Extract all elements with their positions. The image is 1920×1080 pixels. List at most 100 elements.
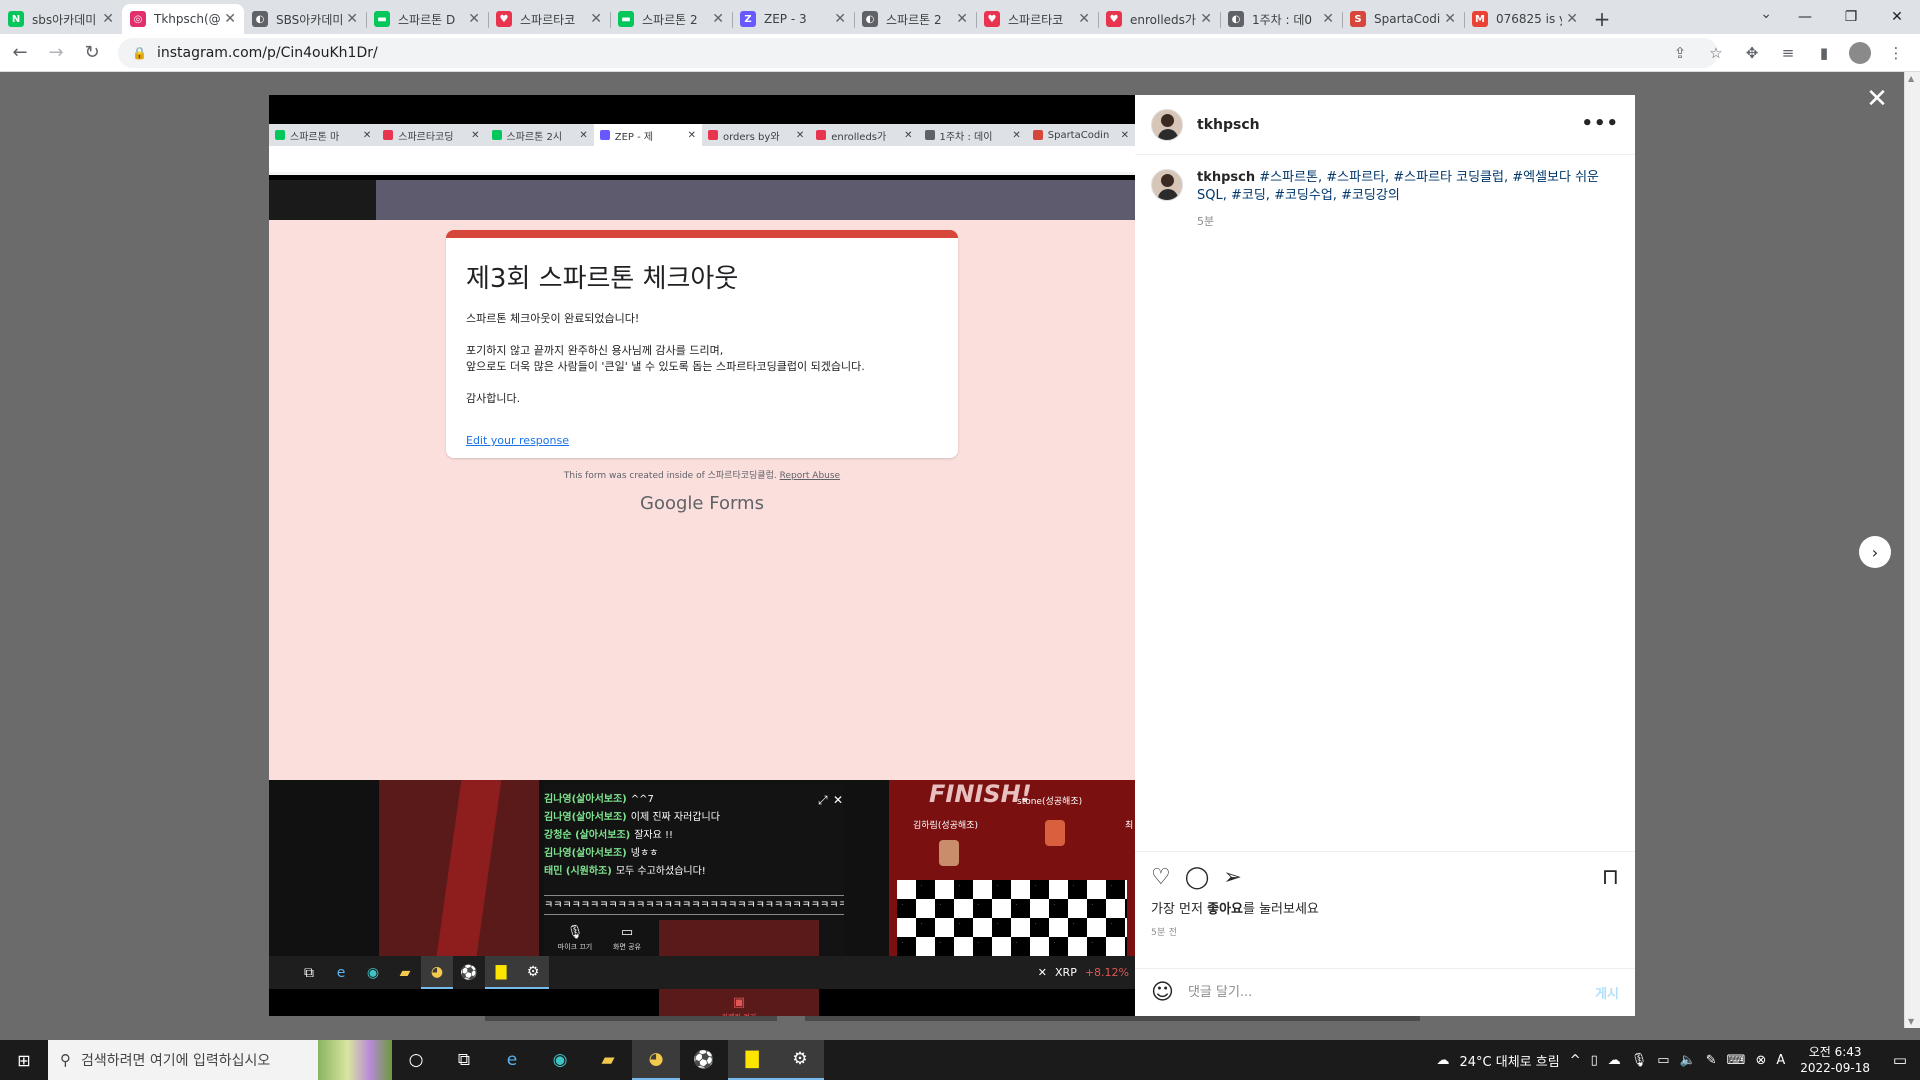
menu-kebab-icon[interactable]: ⋮ <box>1880 37 1912 69</box>
browser-tab[interactable]: ♥ enrolleds가 ✕ <box>1098 4 1220 34</box>
tray-overflow-icon[interactable]: ^ <box>1570 1053 1581 1068</box>
app-ball-icon[interactable]: ⚽ <box>680 1040 728 1080</box>
tab-close-icon[interactable]: ✕ <box>1566 11 1578 27</box>
pen-icon[interactable]: ✎ <box>1706 1053 1717 1068</box>
keyboard-icon[interactable]: ⌨ <box>1727 1053 1746 1068</box>
tab-search-icon[interactable]: ⌄ <box>1760 6 1772 22</box>
likes-bold[interactable]: 좋아요 <box>1207 902 1243 917</box>
tab-close-icon[interactable]: ✕ <box>102 11 114 27</box>
expand-icon[interactable]: ⤢ <box>818 793 828 808</box>
close-post-icon[interactable]: ✕ <box>1862 84 1892 114</box>
more-options-icon[interactable]: ••• <box>1581 113 1619 134</box>
tab-close-icon[interactable]: ✕ <box>1322 11 1334 27</box>
back-icon[interactable]: ← <box>4 37 36 69</box>
task-view-icon[interactable]: ⧉ <box>440 1040 488 1080</box>
browser-tab[interactable]: ◎ Tkhpsch(@ ✕ <box>122 4 244 34</box>
media-tab-favicon-icon <box>383 130 394 140</box>
side-panel-icon[interactable]: ▮ <box>1808 37 1840 69</box>
tab-close-icon[interactable]: ✕ <box>224 11 236 27</box>
form-message-3: 앞으로도 더욱 많은 사람들이 '큰일' 낼 수 있도록 돕는 스파르타코딩클럽… <box>466 360 865 373</box>
browser-tab[interactable]: ◐ 스파르톤 2 ✕ <box>854 4 976 34</box>
lock-icon[interactable]: 🔒 <box>132 46 147 60</box>
report-abuse-link[interactable]: Report Abuse <box>780 471 841 481</box>
tab-close-icon[interactable]: ✕ <box>1200 11 1212 27</box>
tab-close-icon[interactable]: ✕ <box>346 11 358 27</box>
browser-tab[interactable]: Z ZEP - 3 ✕ <box>732 4 854 34</box>
comment-input[interactable] <box>1187 985 1596 1000</box>
browser-tab[interactable]: S SpartaCodi ✕ <box>1342 4 1464 34</box>
reading-list-icon[interactable]: ≡ <box>1772 37 1804 69</box>
browser-tab[interactable]: ◐ SBS아카데미 ✕ <box>244 4 366 34</box>
page-scrollbar[interactable]: ▲ ▼ <box>1904 72 1920 1028</box>
app-gear-icon[interactable]: ⚙ <box>776 1040 824 1080</box>
emoji-icon[interactable]: ☺ <box>1151 980 1174 1005</box>
tab-close-icon[interactable]: ✕ <box>712 11 724 27</box>
save-bookmark-icon[interactable]: ⊓ <box>1602 865 1619 890</box>
caption-hashtags[interactable]: #스파르톤, #스파르타, #스파르타 코딩클럽, #엑셀보다 쉬운 SQL, … <box>1197 170 1599 203</box>
zep-control-bar: ▣카메라 켜기🎙마이크 끄기▭화면 공유⊕미디어 추가▤채팅☺리액션 <box>549 920 819 1016</box>
weather-cloud-icon[interactable]: ☁ <box>1437 1053 1450 1068</box>
player-name: stone(성공해조) <box>1017 797 1083 807</box>
extensions-icon[interactable]: ✥ <box>1736 37 1768 69</box>
caption-username[interactable]: tkhpsch <box>1197 170 1255 185</box>
network-icon[interactable]: ▭ <box>1657 1053 1669 1068</box>
tray-phone-icon[interactable]: ▯ <box>1591 1053 1598 1068</box>
next-post-icon[interactable]: › <box>1859 536 1891 568</box>
windows-start-icon[interactable]: ⊞ <box>0 1040 48 1080</box>
scroll-up-icon[interactable]: ▲ <box>1908 74 1914 83</box>
notification-icon[interactable]: ▭ <box>1880 1040 1920 1080</box>
scroll-down-icon[interactable]: ▼ <box>1908 1017 1914 1026</box>
address-bar[interactable]: 🔒 instagram.com/p/Cin4ouKh1Dr/ <box>118 37 1718 68</box>
tab-close-icon[interactable]: ✕ <box>1078 11 1090 27</box>
share-icon[interactable]: ⇪ <box>1664 37 1696 69</box>
volume-icon[interactable]: 🔈 <box>1680 1053 1696 1068</box>
close-window-icon[interactable]: ✕ <box>1874 0 1920 34</box>
tab-close-icon[interactable]: ✕ <box>1444 11 1456 27</box>
tab-title: 스파르타코 <box>1008 12 1064 27</box>
user-avatar[interactable] <box>1151 108 1183 141</box>
kakaotalk-icon[interactable]: ▇ <box>728 1040 776 1080</box>
clock[interactable]: 오전 6:43 2022-09-18 <box>1800 1044 1870 1076</box>
profile-avatar[interactable] <box>1849 42 1871 64</box>
browser-tab[interactable]: M 076825 is y ✕ <box>1464 4 1586 34</box>
tab-favicon-icon: ◎ <box>130 11 146 27</box>
tab-close-icon[interactable]: ✕ <box>590 11 602 27</box>
comment-bubble-icon[interactable]: ◯ <box>1185 865 1210 890</box>
taskbar-search[interactable]: ⚲ 검색하려면 여기에 입력하십시오 <box>48 1040 392 1080</box>
post-username[interactable]: tkhpsch <box>1197 117 1260 133</box>
cortana-icon[interactable]: ○ <box>392 1040 440 1080</box>
browser-tab[interactable]: ◐ 1주차 : 데0 ✕ <box>1220 4 1342 34</box>
share-paper-plane-icon[interactable]: ➢ <box>1223 865 1241 890</box>
internet-explorer-icon[interactable]: e <box>488 1040 536 1080</box>
minimize-icon[interactable]: — <box>1782 0 1828 34</box>
post-media[interactable]: 스파르톤 마 ✕ 스파르타코딩 ✕ 스파르톤 2시 ✕ ZEP - 제 ✕ orders by와… <box>269 95 1135 1016</box>
ime-indicator[interactable]: A <box>1776 1053 1785 1068</box>
tab-close-icon[interactable]: ✕ <box>834 11 846 27</box>
restore-icon[interactable]: ❐ <box>1828 0 1874 34</box>
new-tab-icon[interactable]: + <box>1586 4 1618 34</box>
file-explorer-icon[interactable]: ▰ <box>584 1040 632 1080</box>
clock-time: 오전 6:43 <box>1808 1045 1862 1059</box>
forward-icon[interactable]: → <box>40 37 72 69</box>
chat-close-icon[interactable]: ✕ <box>833 793 843 807</box>
bookmark-star-icon[interactable]: ☆ <box>1700 37 1732 69</box>
reload-icon[interactable]: ↻ <box>76 37 108 69</box>
tray-mic-icon[interactable]: 🎙 <box>1631 1053 1648 1068</box>
browser-tab[interactable]: ♥ 스파르타코 ✕ <box>976 4 1098 34</box>
caption-avatar[interactable] <box>1151 169 1183 201</box>
edit-response-link[interactable]: Edit your response <box>466 434 569 447</box>
tray-app-icon[interactable]: ⊗ <box>1755 1053 1766 1068</box>
tray-cloud-icon[interactable]: ☁ <box>1608 1053 1621 1068</box>
tab-close-icon[interactable]: ✕ <box>956 11 968 27</box>
browser-tab[interactable]: ▬ 스파르톤 D ✕ <box>366 4 488 34</box>
tab-close-icon[interactable]: ✕ <box>468 11 480 27</box>
browser-tab[interactable]: ♥ 스파르타코 ✕ <box>488 4 610 34</box>
post-comment-button[interactable]: 게시 <box>1595 983 1619 1002</box>
browser-tab[interactable]: Nsbs아카데미 ✕ <box>0 4 122 34</box>
chrome-icon[interactable]: ◕ <box>632 1040 680 1080</box>
weather-text[interactable]: 24°C 대체로 흐림 <box>1460 1051 1560 1070</box>
chat-input[interactable]: ㅋㅋㅋㅋㅋㅋㅋㅋㅋㅋㅋㅋㅋㅋㅋㅋㅋㅋㅋㅋㅋㅋㅋㅋㅋㅋㅋㅋㅋㅋㅋㅋㅋ <box>544 895 844 915</box>
edge-icon[interactable]: ◉ <box>536 1040 584 1080</box>
browser-tab[interactable]: ▬ 스파르톤 2 ✕ <box>610 4 732 34</box>
like-heart-icon[interactable]: ♡ <box>1151 865 1171 890</box>
